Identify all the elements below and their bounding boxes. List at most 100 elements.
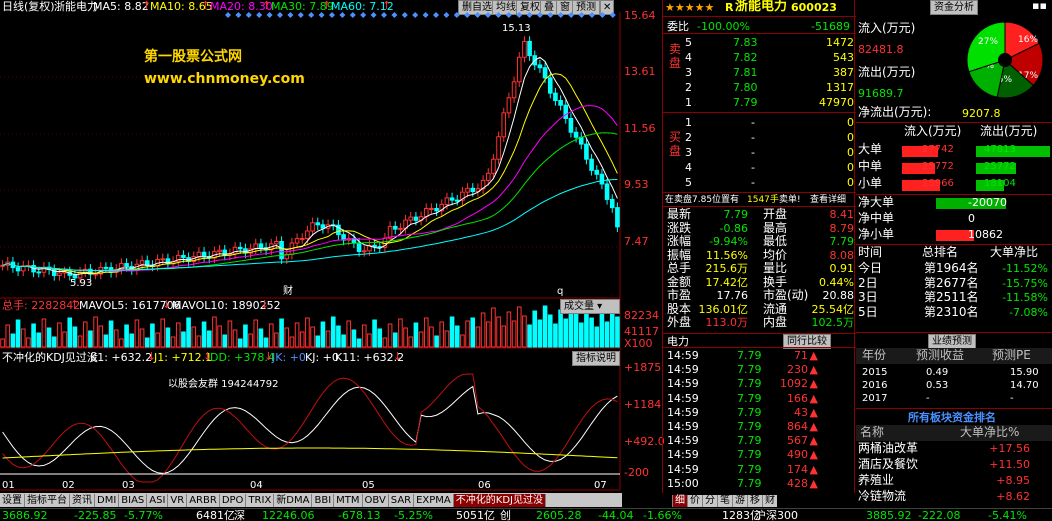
fund-row-name: 中单 — [858, 159, 883, 173]
signal-diamond-icon — [277, 12, 283, 18]
fund-more-icon[interactable]: ▪▪ — [1032, 0, 1047, 12]
sector-row[interactable]: 养殖业 +8.95 — [856, 474, 1052, 490]
candle-body — [568, 117, 574, 133]
volume-bar — [361, 324, 367, 348]
indicator-tab[interactable]: TRIX — [246, 494, 275, 507]
sell-row[interactable]: 4 7.82 543 — [681, 51, 856, 66]
indicator-tab[interactable]: BBI — [312, 494, 335, 507]
buy-level: 4 — [685, 161, 692, 174]
indicator-tab[interactable]: OBV — [362, 494, 389, 507]
indicator-tab[interactable]: SAR — [388, 494, 415, 507]
candle-body — [392, 225, 398, 230]
trade-volume: 1092 — [780, 377, 808, 391]
sector-row[interactable]: 冷链物流 +8.62 — [856, 490, 1052, 506]
sell-volume: 47970 — [819, 96, 854, 109]
indicator-tab[interactable]: DPO — [219, 494, 247, 507]
buy-row[interactable]: 3 - 0 — [681, 146, 856, 161]
detail-tab[interactable]: 价 — [687, 495, 702, 507]
trade-up-icon: ▲ — [809, 434, 818, 448]
stat-row: 最新 7.79 开盘 8.41 — [663, 207, 856, 222]
volume-bar — [310, 326, 315, 348]
indicator-tab[interactable]: EXPMA — [414, 494, 454, 507]
net-row: 净大单 -20070 — [856, 196, 1052, 212]
volume-bar — [144, 337, 150, 348]
sector-row[interactable]: 两桶油改革 +17.56 — [856, 442, 1052, 458]
volume-bar — [527, 324, 532, 348]
candle-body — [609, 198, 615, 209]
quote-panel: ★★★★★ R 浙能电力 600023 委比 -100.00% -51689 卖… — [662, 0, 856, 493]
volume-bar — [403, 327, 408, 348]
stat-label: 涨幅 — [667, 234, 692, 248]
forecast-title[interactable]: 业绩预测 — [928, 334, 976, 349]
trade-up-icon: ▲ — [809, 377, 818, 391]
stat-value: 11.56% — [706, 248, 748, 262]
buy-row[interactable]: 1 - 0 — [681, 116, 856, 131]
detail-tab[interactable]: 细 — [672, 495, 687, 507]
fc-year: 2017 — [862, 393, 888, 404]
finance-marker[interactable]: 财 — [283, 285, 293, 298]
candle-body — [139, 260, 145, 265]
rank-period: 3日 — [858, 290, 878, 304]
rank-header: 时间 总排名 大单净比 — [856, 246, 1052, 262]
sell-row[interactable]: 5 7.83 1472 — [681, 36, 856, 51]
volume-bar — [578, 322, 584, 348]
sell-row[interactable]: 3 7.81 387 — [681, 66, 856, 81]
signal-diamond-icon — [609, 12, 616, 18]
ma60-arrow: ↑ — [382, 0, 392, 12]
detail-tab[interactable]: 笔 — [717, 495, 732, 507]
buy-level: 2 — [685, 131, 692, 144]
indicator-tab[interactable]: BIAS — [119, 494, 148, 507]
trade-up-icon: ▲ — [809, 420, 818, 433]
indicator-tab[interactable]: ASI — [147, 494, 169, 507]
indicator-tab[interactable]: VR — [168, 494, 188, 507]
detail-tab[interactable]: 游 — [732, 495, 747, 507]
indicator-tab[interactable]: ARBR — [187, 494, 220, 507]
rank-hdr-total: 总排名 — [922, 245, 959, 259]
volume-bar — [181, 331, 186, 348]
indicator-tab[interactable]: 设置 — [0, 494, 25, 507]
volume-bar — [511, 320, 517, 348]
price-tick: 7.47 — [624, 235, 649, 248]
sector-row[interactable]: 酒店及餐饮 +11.50 — [856, 458, 1052, 474]
volume-button[interactable]: 成交量 ▾ — [560, 299, 620, 314]
fc-year: 2015 — [862, 367, 888, 378]
detail-tab[interactable]: 财 — [762, 495, 777, 507]
x-tick: 05 — [362, 480, 375, 491]
volume-bar — [553, 323, 558, 348]
indicator-tab[interactable]: MTM — [334, 494, 363, 507]
buy-row[interactable]: 2 - 0 — [681, 131, 856, 146]
signal-diamond-icon — [453, 12, 460, 18]
buy-row[interactable]: 4 - 0 — [681, 161, 856, 176]
q-marker[interactable]: q — [557, 285, 563, 298]
trade-time: 14:59 — [667, 405, 699, 419]
stat-label: 开盘 — [763, 207, 788, 221]
detail-tab[interactable]: 分 — [702, 495, 717, 507]
hdr-inflow: 流入(万元) — [904, 124, 962, 138]
volume-bar — [439, 321, 445, 348]
indicator-help-button[interactable]: 指标说明 — [572, 351, 620, 366]
sector-ratio: +8.62 — [996, 490, 1030, 503]
sell-row[interactable]: 2 7.80 1317 — [681, 81, 856, 96]
indicator-tab[interactable]: 指标平台 — [25, 494, 70, 507]
volume-bar — [155, 332, 160, 348]
trade-up-icon: ▲ — [809, 349, 818, 362]
stock-terminal: 日线(复权) 浙能电力 MA5: 8.82 ↑ MA10: 8.65 ↑ MA2… — [0, 0, 1052, 521]
indicator-tab[interactable]: 不冲化的KDJ见过没 — [453, 494, 546, 507]
volume-bar — [522, 315, 527, 348]
sell-row[interactable]: 1 7.79 47970 — [681, 96, 856, 111]
detail-tab[interactable]: 移 — [747, 495, 762, 507]
trade-row: 14:59 7.79 230 ▲ — [663, 363, 856, 377]
buy-row[interactable]: 5 - 0 — [681, 176, 856, 191]
indicator-tab[interactable]: 新DMA — [274, 494, 313, 507]
indicator-tab[interactable]: 资讯 — [70, 494, 95, 507]
rank-ratio: -11.58% — [1002, 291, 1048, 304]
volume-bar — [274, 332, 279, 348]
stat-value: 8.41 — [829, 208, 855, 221]
fc-pe: - — [1010, 393, 1014, 404]
fund-title[interactable]: 资金分析 — [930, 0, 978, 15]
indicator-tab[interactable]: DMI — [95, 494, 120, 507]
stat-row: 涨幅 -9.94% 最低 7.79 — [663, 234, 856, 249]
volume-bar — [408, 336, 414, 348]
rank-ratio: -7.08% — [1009, 305, 1048, 319]
x-tick: 07 — [594, 480, 607, 491]
